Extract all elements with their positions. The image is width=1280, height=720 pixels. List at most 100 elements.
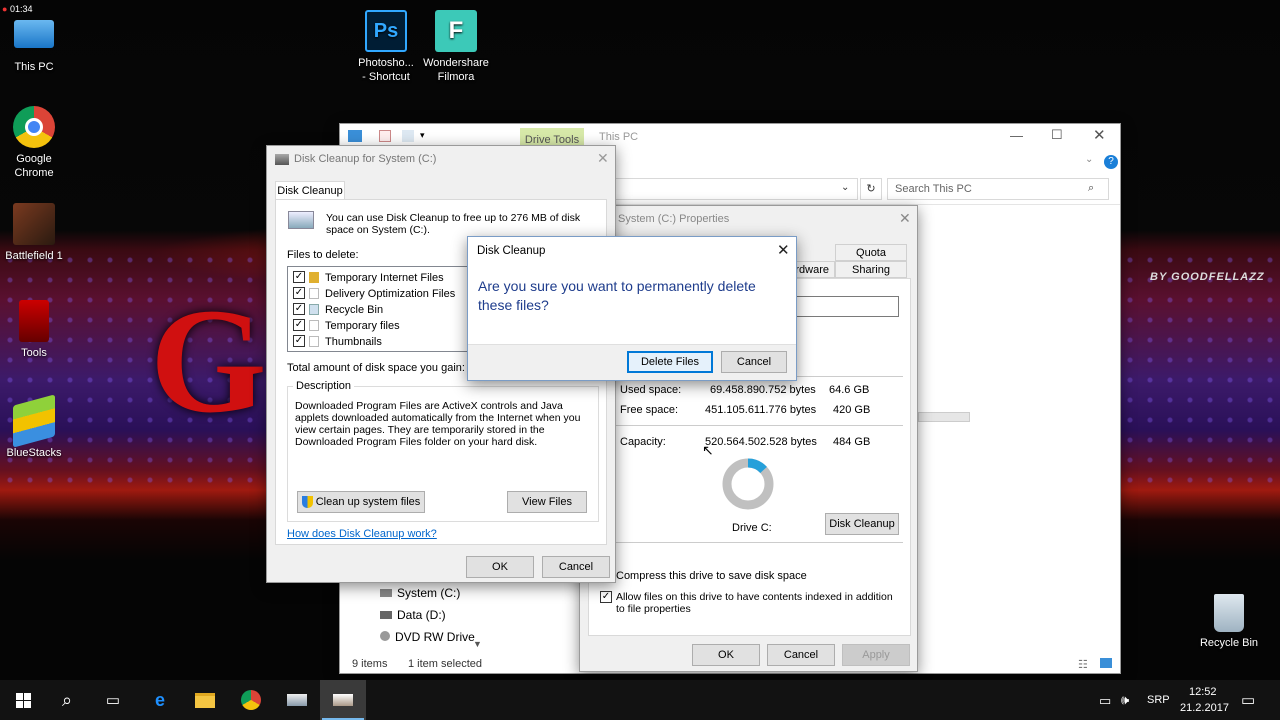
wallpaper-letter: G bbox=[150, 278, 267, 444]
ok-button[interactable]: OK bbox=[466, 556, 534, 578]
nav-item-system-c[interactable]: System (C:) bbox=[380, 586, 460, 600]
free-space-bytes: 451.105.611.776 bytes bbox=[705, 404, 817, 416]
cancel-button[interactable]: Cancel bbox=[721, 351, 787, 373]
desktop-icon-label: Google Chrome bbox=[14, 153, 54, 179]
filmora-icon: F bbox=[435, 10, 477, 52]
clock-date[interactable]: 21.2.2017 bbox=[1180, 702, 1229, 714]
volume-label-input[interactable] bbox=[795, 296, 899, 317]
desktop-icon-bluestacks[interactable]: BlueStacks bbox=[0, 394, 74, 460]
checkbox[interactable]: ✓ bbox=[293, 271, 305, 283]
free-space-label: Free space: bbox=[620, 404, 679, 416]
start-button[interactable] bbox=[0, 680, 46, 720]
desktop-icon-battlefield[interactable]: Battlefield 1 bbox=[0, 203, 74, 263]
quick-access-dropdown-icon[interactable]: ▾ bbox=[420, 130, 425, 141]
details-view-icon[interactable]: ☷ bbox=[1078, 658, 1088, 671]
recycle-bin-icon bbox=[1214, 594, 1244, 632]
bluestacks-icon bbox=[13, 394, 55, 448]
network-icon[interactable]: ▭ bbox=[1099, 693, 1111, 709]
close-icon[interactable]: ✕ bbox=[1093, 126, 1106, 144]
record-icon: ● bbox=[2, 4, 8, 14]
list-item[interactable]: ✓ Thumbnails bbox=[288, 333, 472, 349]
apply-button[interactable]: Apply bbox=[842, 644, 910, 666]
description-text: Downloaded Program Files are ActiveX con… bbox=[295, 400, 581, 448]
checkbox[interactable]: ✓ bbox=[293, 319, 305, 331]
checkbox[interactable]: ✓ bbox=[293, 303, 305, 315]
task-view-icon[interactable]: ▭ bbox=[90, 680, 136, 720]
desktop-icon-chrome[interactable]: Google Chrome bbox=[0, 106, 74, 180]
refresh-icon[interactable]: ↻ bbox=[860, 178, 882, 200]
compress-checkbox-label[interactable]: Compress this drive to save disk space bbox=[616, 570, 807, 582]
desktop-icon-label: Recycle Bin bbox=[1199, 637, 1259, 649]
clock-time[interactable]: 12:52 bbox=[1189, 686, 1217, 698]
close-icon[interactable]: ✕ bbox=[597, 150, 609, 167]
chrome-icon bbox=[241, 690, 261, 710]
how-does-disk-cleanup-work-link[interactable]: How does Disk Cleanup work? bbox=[287, 528, 437, 540]
checkbox[interactable]: ✓ bbox=[293, 287, 305, 299]
shield-icon bbox=[301, 496, 313, 508]
tab-quota[interactable]: Quota bbox=[835, 244, 907, 261]
search-box[interactable]: Search This PC ⌕ bbox=[887, 178, 1109, 200]
desktop-icon-this-pc[interactable]: This PC bbox=[0, 14, 74, 74]
description-label: Description bbox=[293, 380, 355, 392]
file-explorer-icon[interactable] bbox=[182, 680, 228, 720]
list-item[interactable]: ✓ Recycle Bin bbox=[288, 301, 472, 317]
new-folder-icon[interactable] bbox=[402, 130, 414, 142]
mouse-cursor-icon: ↖ bbox=[702, 442, 714, 458]
drive-icon bbox=[380, 611, 392, 619]
desktop-icon-label: Photosho... - Shortcut bbox=[358, 57, 414, 83]
nav-item-dvd[interactable]: DVD RW Drive bbox=[380, 630, 475, 644]
search-input[interactable]: Search This PC bbox=[895, 183, 972, 195]
dvd-icon bbox=[380, 631, 390, 641]
disk-cleanup-button[interactable]: Disk Cleanup bbox=[825, 513, 899, 535]
action-center-icon[interactable]: ▭ bbox=[1241, 691, 1255, 709]
view-files-button[interactable]: View Files bbox=[507, 491, 587, 513]
list-item[interactable]: ✓ Temporary files bbox=[288, 317, 472, 333]
search-icon[interactable]: ⌕ bbox=[1088, 182, 1094, 195]
clean-up-system-files-button[interactable]: Clean up system files bbox=[297, 491, 425, 513]
language-indicator[interactable]: SRP bbox=[1147, 694, 1170, 706]
delete-files-button[interactable]: Delete Files bbox=[627, 351, 713, 373]
checkbox[interactable]: ✓ bbox=[293, 335, 305, 347]
desktop-icon-tools[interactable]: Tools bbox=[0, 300, 74, 360]
search-icon[interactable]: ⌕ bbox=[44, 680, 90, 720]
desktop-icon-photoshop[interactable]: Ps Photosho... - Shortcut bbox=[346, 10, 426, 84]
address-bar[interactable]: ⌄ bbox=[610, 178, 858, 200]
windows-icon bbox=[15, 692, 31, 708]
chrome-icon bbox=[13, 106, 55, 148]
used-space-bytes: 69.458.890.752 bytes bbox=[710, 384, 816, 396]
disk-tool-taskbar-icon[interactable] bbox=[274, 680, 320, 720]
nav-item-data-d[interactable]: Data (D:) bbox=[380, 608, 446, 622]
cleanup-intro: You can use Disk Cleanup to free up to 2… bbox=[326, 212, 581, 236]
properties-title: System (C:) Properties bbox=[618, 213, 730, 225]
cancel-button[interactable]: Cancel bbox=[542, 556, 610, 578]
desktop-icon-filmora[interactable]: F Wondershare Filmora bbox=[416, 10, 496, 84]
battlefield-icon bbox=[13, 203, 55, 245]
minimize-icon[interactable]: — bbox=[1010, 128, 1023, 143]
chrome-taskbar-icon[interactable] bbox=[228, 680, 274, 720]
edge-icon[interactable]: e bbox=[137, 680, 183, 720]
free-space-gb: 420 GB bbox=[833, 404, 871, 416]
quick-access-icon[interactable] bbox=[348, 130, 362, 142]
properties-icon[interactable] bbox=[379, 130, 391, 142]
tab-disk-cleanup[interactable]: Disk Cleanup bbox=[275, 181, 345, 200]
address-dropdown-icon[interactable]: ⌄ bbox=[841, 182, 849, 193]
nav-scroll-down-icon[interactable]: ▼ bbox=[473, 639, 482, 649]
desktop-icon-recycle-bin[interactable]: Recycle Bin bbox=[1189, 594, 1269, 650]
tab-sharing[interactable]: Sharing bbox=[835, 261, 907, 278]
close-icon[interactable]: ✕ bbox=[777, 241, 790, 259]
help-icon[interactable]: ? bbox=[1104, 155, 1118, 169]
index-checkbox[interactable]: ✓ bbox=[600, 591, 612, 603]
list-item[interactable]: ✓ Temporary Internet Files bbox=[288, 269, 472, 285]
disk-cleanup-taskbar-icon[interactable] bbox=[320, 680, 366, 720]
volume-icon[interactable]: 🕪 bbox=[1121, 692, 1129, 708]
clean-up-system-files-label: Clean up system files bbox=[315, 496, 421, 508]
ribbon-expand-icon[interactable]: ⌄ bbox=[1085, 154, 1093, 165]
maximize-icon[interactable]: ☐ bbox=[1051, 127, 1063, 143]
close-icon[interactable]: ✕ bbox=[899, 210, 911, 227]
list-item[interactable]: ✓ Delivery Optimization Files bbox=[288, 285, 472, 301]
cancel-button[interactable]: Cancel bbox=[767, 644, 835, 666]
ok-button[interactable]: OK bbox=[692, 644, 760, 666]
index-checkbox-label[interactable]: Allow files on this drive to have conten… bbox=[616, 591, 901, 615]
confirm-dialog: Disk Cleanup ✕ Are you sure you want to … bbox=[467, 236, 797, 381]
large-icons-view-icon[interactable] bbox=[1100, 658, 1112, 668]
